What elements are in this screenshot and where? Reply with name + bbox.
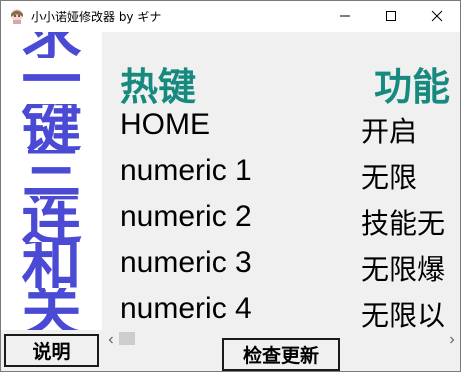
scroll-thumb[interactable]: [119, 332, 135, 345]
chevron-left-icon: [107, 329, 115, 348]
hotkey-cell: numeric 1: [120, 154, 252, 187]
function-cell: 开启: [361, 115, 418, 148]
function-cell: 无限以: [361, 299, 446, 330]
chevron-right-icon: [448, 329, 456, 348]
slogan-panel: 求 一 键 三 连 和 关 注: [1, 32, 102, 330]
scroll-right-button[interactable]: [443, 330, 460, 347]
title-bar[interactable]: 小小诺娅修改器 by ギナ: [1, 1, 460, 32]
hotkey-cell: numeric 4: [120, 292, 252, 325]
slogan-char: 连: [21, 196, 82, 242]
scroll-left-button[interactable]: [102, 330, 119, 347]
slogan-char: 键: [21, 104, 82, 150]
function-cell: 无限爆: [361, 253, 446, 286]
function-cell: 技能无: [361, 207, 446, 240]
slogan-char: 一: [21, 58, 82, 104]
column-header-function: 功能: [374, 65, 451, 109]
app-window: 小小诺娅修改器 by ギナ 求 一 键 三 连 和 关 注 热键 功能: [0, 0, 461, 372]
close-icon: [431, 7, 443, 26]
minimize-icon: [339, 7, 351, 26]
hotkey-cell: HOME: [120, 108, 210, 141]
maximize-icon: [385, 7, 397, 26]
hotkey-cell: numeric 2: [120, 200, 252, 233]
hotkey-table: 热键 功能 HOME 开启 numeric 1 无限 numeric 2 技能无…: [102, 32, 460, 330]
hotkey-cell: numeric 3: [120, 246, 252, 279]
help-button[interactable]: 说明: [4, 334, 99, 367]
slogan-char: 和: [21, 242, 82, 288]
column-header-hotkey: 热键: [120, 65, 197, 109]
maximize-button[interactable]: [368, 1, 414, 32]
slogan-char: 三: [21, 150, 82, 196]
close-button[interactable]: [414, 1, 460, 32]
check-update-button[interactable]: 检查更新: [222, 338, 340, 371]
window-title: 小小诺娅修改器 by ギナ: [31, 10, 162, 24]
app-logo-icon: [9, 8, 25, 24]
minimize-button[interactable]: [322, 1, 368, 32]
function-cell: 无限: [361, 161, 418, 194]
slogan-char: 求: [1, 32, 102, 58]
slogan-char: 关: [21, 288, 82, 330]
